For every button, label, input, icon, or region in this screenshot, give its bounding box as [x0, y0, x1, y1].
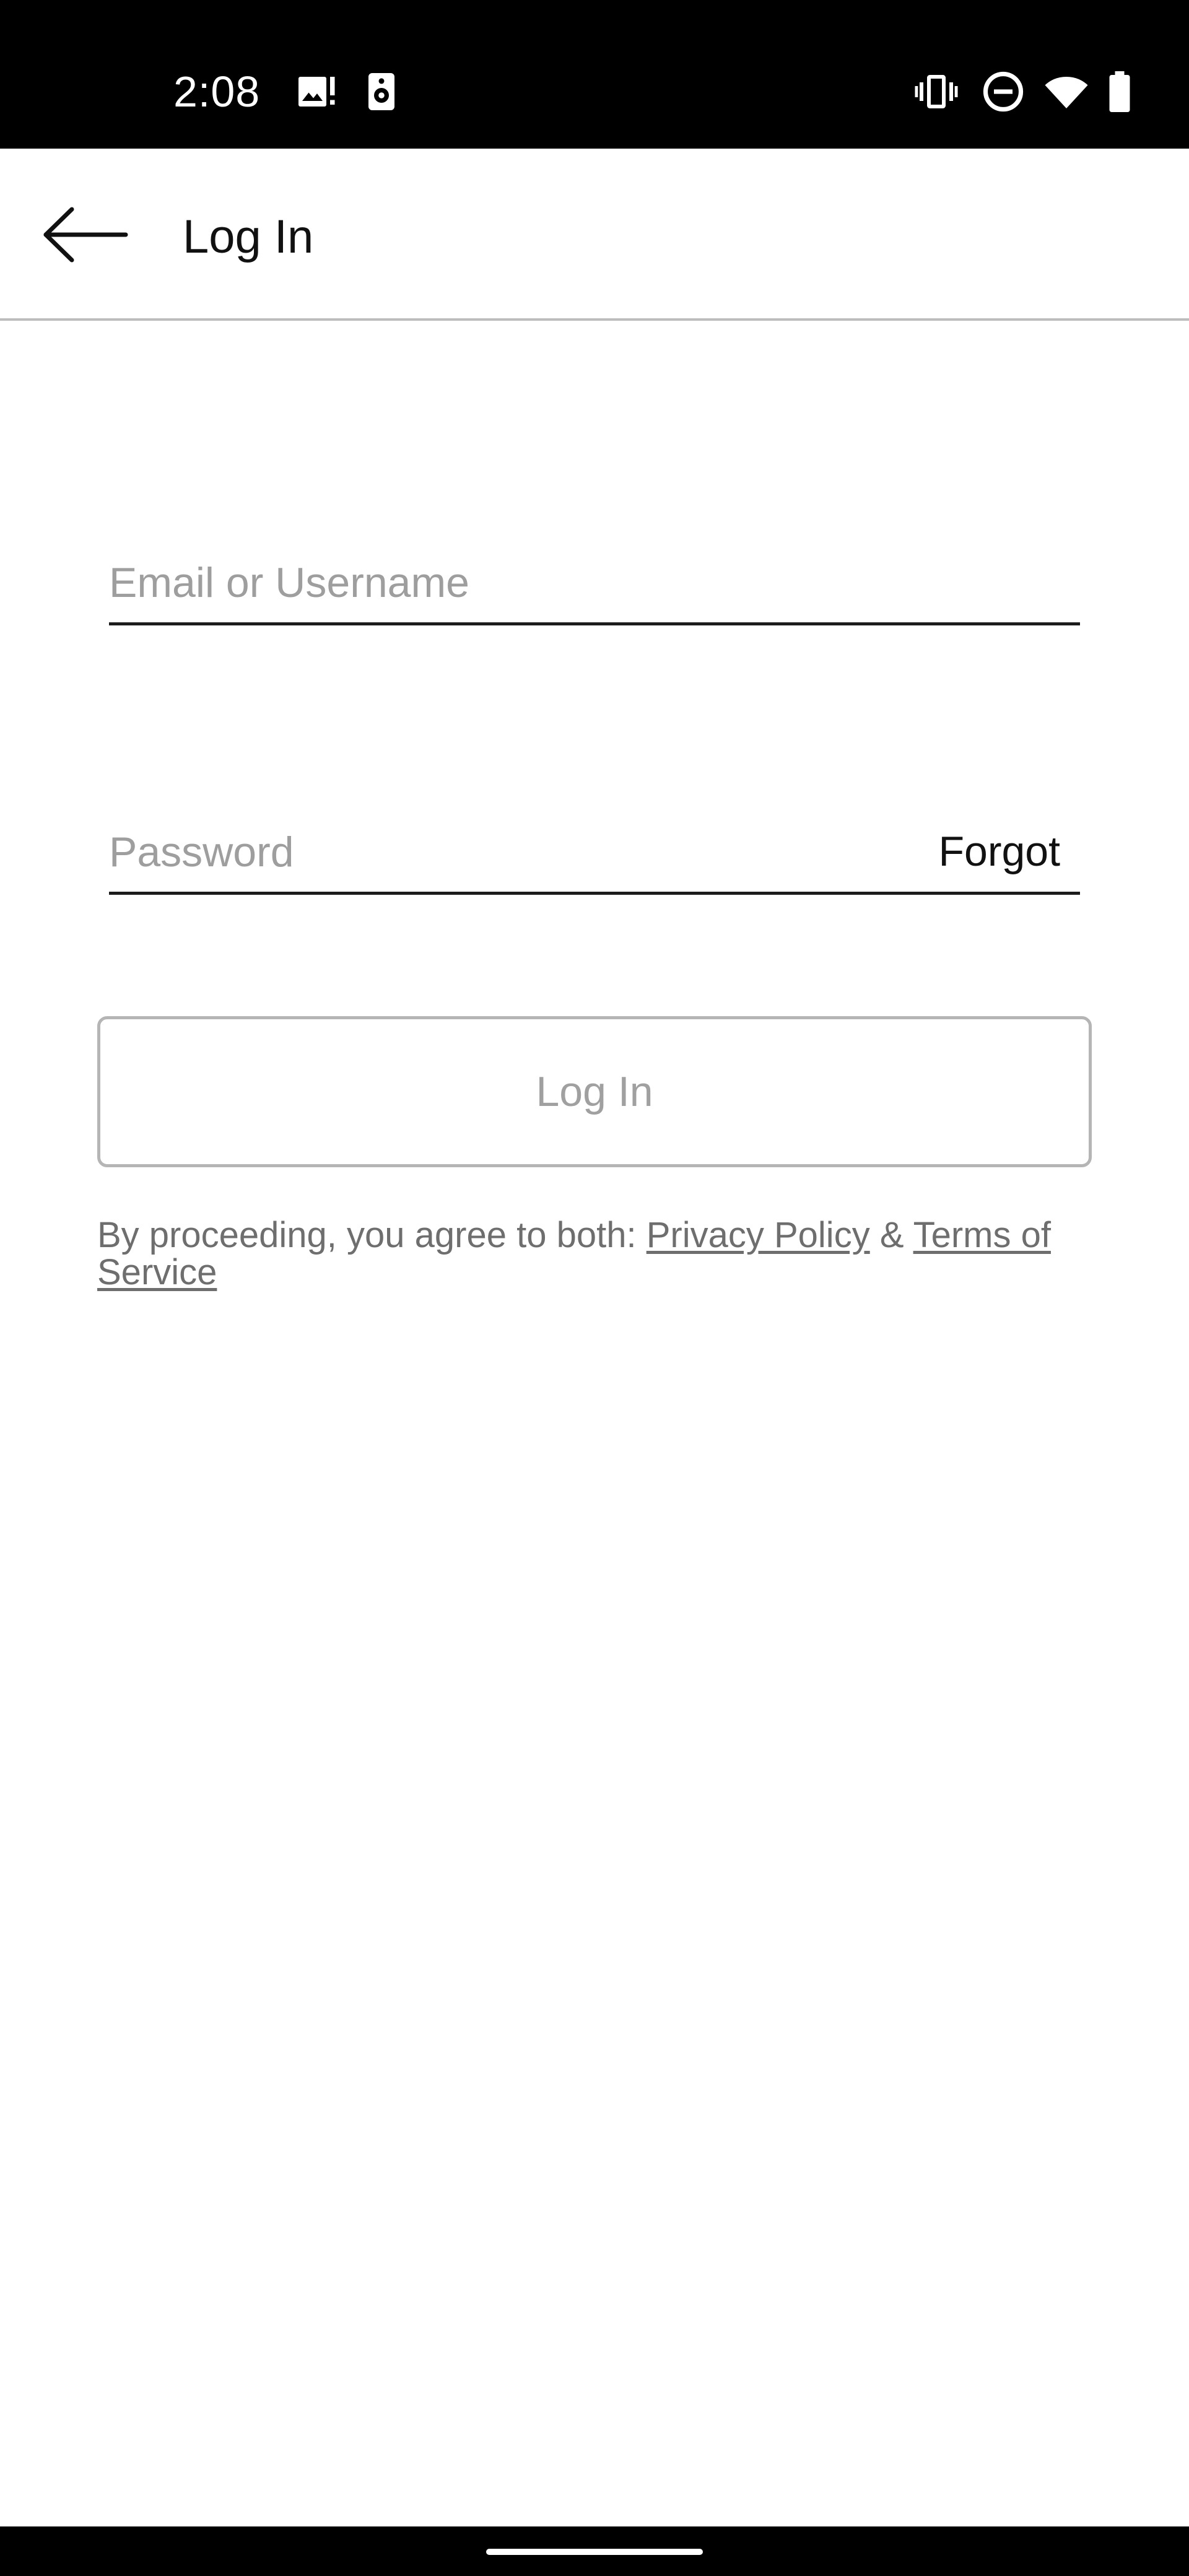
vibrate-icon [914, 69, 959, 114]
page-title: Log In [183, 211, 314, 263]
email-field-container [109, 545, 1080, 625]
do-not-disturb-icon [981, 69, 1026, 114]
wifi-icon [1044, 69, 1089, 114]
login-button[interactable]: Log In [97, 1016, 1092, 1167]
image-notification-icon [295, 69, 339, 114]
forgot-password-link[interactable]: Forgot [938, 824, 1060, 879]
password-field-container: Forgot [109, 814, 1080, 895]
status-bar: 2:08 [0, 0, 1189, 149]
battery-icon [1097, 69, 1142, 114]
system-nav-bar [0, 2526, 1189, 2576]
back-button[interactable] [37, 192, 130, 279]
legal-notice: By proceeding, you agree to both: Privac… [97, 1217, 1100, 1291]
app-bar: Log In [0, 149, 1189, 321]
legal-prefix: By proceeding, you agree to both: [97, 1215, 647, 1255]
login-button-label: Log In [536, 1068, 653, 1115]
legal-separator: & [869, 1215, 913, 1255]
arrow-left-icon [43, 207, 128, 263]
status-time: 2:08 [173, 67, 261, 116]
email-field[interactable] [109, 552, 1080, 614]
speaker-icon [359, 69, 404, 114]
home-indicator[interactable] [486, 2549, 703, 2555]
privacy-policy-link[interactable]: Privacy Policy [647, 1215, 870, 1255]
password-field[interactable] [109, 821, 914, 883]
